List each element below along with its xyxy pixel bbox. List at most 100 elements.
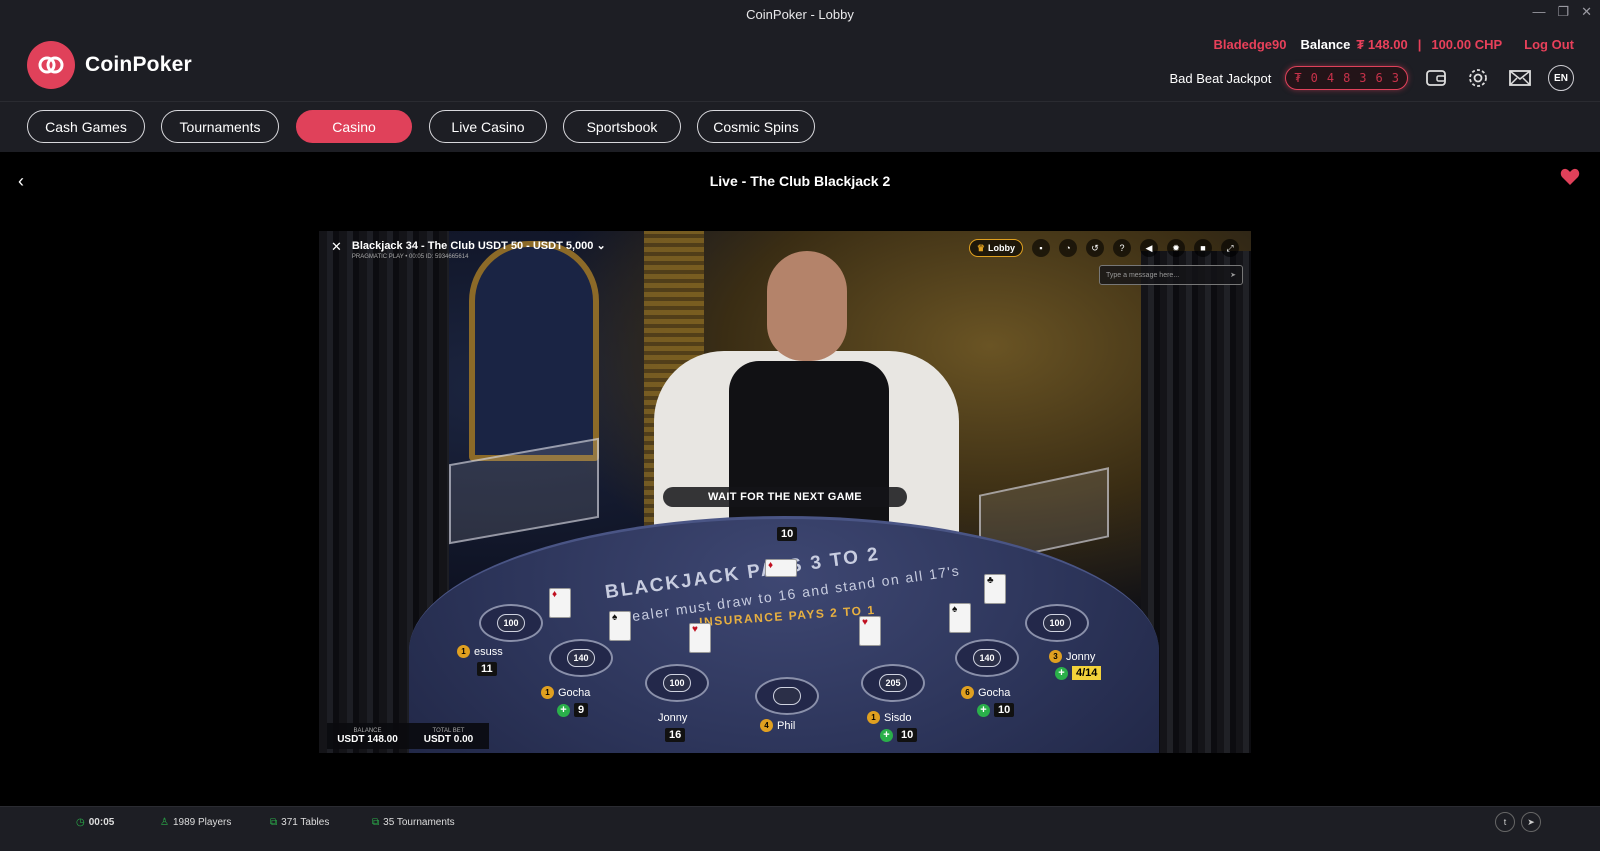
- heart-icon[interactable]: [1560, 168, 1580, 191]
- video-icon[interactable]: ■: [1194, 239, 1212, 257]
- playing-card: ♠: [609, 611, 631, 641]
- restore-icon[interactable]: ❐: [1557, 4, 1569, 20]
- chip-stack: [773, 687, 801, 705]
- jackpot-digit: ₮: [1294, 71, 1302, 85]
- minimize-icon[interactable]: —: [1532, 4, 1545, 20]
- playing-card: ♦: [549, 588, 571, 618]
- rank-badge: 6: [961, 686, 974, 699]
- mail-icon[interactable]: [1506, 64, 1534, 92]
- dealer-count: 10: [777, 527, 798, 541]
- fullscreen-icon[interactable]: ⤢: [1221, 239, 1239, 257]
- add-bet-icon[interactable]: +: [880, 728, 893, 742]
- volume-icon[interactable]: ◀: [1140, 239, 1158, 257]
- gear-icon[interactable]: [1464, 64, 1492, 92]
- stream-total-bet: TOTAL BET USDT 0.00: [408, 723, 489, 749]
- window-controls: — ❐ ✕: [1532, 4, 1592, 20]
- tab-tournaments[interactable]: Tournaments: [161, 110, 279, 143]
- status-bar: ◷ 00:05 ♙ 1989 Players ⧉ 371 Tables ⧉ 35…: [0, 806, 1600, 851]
- stream-balance: BALANCE USDT 148.00: [327, 723, 408, 749]
- add-bet-icon[interactable]: +: [557, 703, 570, 717]
- chip-stack: 100: [663, 674, 691, 692]
- window-title: CoinPoker - Lobby: [746, 6, 854, 22]
- chat-input[interactable]: Type a message here... ➤: [1099, 265, 1243, 285]
- player-score-row: + 9: [557, 703, 589, 717]
- chip-stack: 140: [973, 649, 1001, 667]
- rank-badge: 3: [1049, 650, 1062, 663]
- status-players: ♙ 1989 Players: [160, 817, 231, 828]
- betting-seat[interactable]: 140: [955, 639, 1019, 677]
- chip-stack: 100: [1043, 614, 1071, 632]
- help-icon[interactable]: ?: [1113, 239, 1131, 257]
- betting-seat[interactable]: 100: [1025, 604, 1089, 642]
- players-count: 1989 Players: [172, 817, 232, 828]
- jackpot-digit: 3: [1391, 71, 1399, 85]
- player-name: esuss: [474, 645, 503, 658]
- chat-placeholder: Type a message here...: [1106, 271, 1180, 279]
- app-header: CoinPoker Bladedge90 Balance ₮ 148.00 | …: [0, 28, 1600, 102]
- headset-icon[interactable]: ◔: [1059, 239, 1077, 257]
- player-score: 16: [665, 728, 686, 742]
- player-tag: 1 esuss: [457, 645, 503, 658]
- tab-live-casino[interactable]: Live Casino: [429, 110, 547, 143]
- tab-cash-games[interactable]: Cash Games: [27, 110, 145, 143]
- stream-table-name[interactable]: Blackjack 34 - The Club USDT 50 - USDT 5…: [352, 239, 606, 252]
- close-icon[interactable]: ✕: [1581, 4, 1592, 20]
- player-tag: 1 Gocha: [541, 686, 590, 699]
- betting-seat[interactable]: 140: [549, 639, 613, 677]
- wallet-icon[interactable]: [1422, 64, 1450, 92]
- coinpoker-logo[interactable]: CoinPoker: [27, 41, 192, 89]
- close-icon[interactable]: ✕: [331, 239, 342, 255]
- add-bet-icon[interactable]: +: [1055, 666, 1068, 680]
- chip-stack: 100: [497, 614, 525, 632]
- twitter-icon[interactable]: t: [1495, 812, 1515, 832]
- player-score: 10: [994, 703, 1015, 717]
- history-icon[interactable]: ↺: [1086, 239, 1104, 257]
- tournaments-count: 35 Tournaments: [383, 817, 455, 828]
- stream-subline: PRAGMATIC PLAY • 00:05 ID: 5934665614: [351, 254, 469, 260]
- player-tag: 3 Jonny: [1049, 650, 1095, 663]
- tables-icon: ⧉: [270, 817, 278, 828]
- lobby-button[interactable]: ♛ Lobby: [968, 239, 1023, 257]
- status-clock: ◷ 00:05: [76, 817, 114, 828]
- betting-seat[interactable]: 100: [645, 664, 709, 702]
- chp-balance: 100.00 CHP: [1431, 37, 1503, 52]
- tab-cosmic-spins[interactable]: Cosmic Spins: [697, 110, 815, 143]
- username[interactable]: Bladedge90: [1214, 37, 1287, 52]
- telegram-icon[interactable]: ➤: [1521, 812, 1541, 832]
- balance-label: Balance: [1300, 37, 1351, 52]
- jackpot-digit: 8: [1343, 71, 1351, 85]
- betting-seat[interactable]: 205: [861, 664, 925, 702]
- tab-casino[interactable]: Casino: [296, 110, 412, 143]
- jackpot-digit: 6: [1375, 71, 1383, 85]
- playing-card: ♠: [949, 603, 971, 633]
- player-name: Phil: [777, 719, 796, 732]
- rank-badge: 4: [760, 719, 773, 732]
- jackpot-counter[interactable]: ₮ 0 4 8 3 6 3: [1285, 66, 1408, 90]
- brand-name: CoinPoker: [85, 53, 192, 76]
- logout-link[interactable]: Log Out: [1524, 37, 1574, 52]
- live-stream-video[interactable]: WAIT FOR THE NEXT GAME 10 BLACKJACK PAYS…: [319, 231, 1251, 753]
- add-bet-icon[interactable]: +: [977, 703, 990, 717]
- chat-icon[interactable]: ▪: [1032, 239, 1050, 257]
- chevron-down-icon: ⌄: [596, 240, 606, 252]
- player-score: 9: [574, 703, 589, 717]
- tab-sportsbook[interactable]: Sportsbook: [563, 110, 681, 143]
- language-selector[interactable]: EN: [1548, 65, 1574, 91]
- playing-card: ♦: [765, 559, 797, 577]
- betting-seat[interactable]: 100: [479, 604, 543, 642]
- player-score: 11: [477, 662, 497, 676]
- gold-mirror: [469, 241, 599, 461]
- category-nav: Cash Games Tournaments Casino Live Casin…: [0, 102, 1600, 152]
- jackpot-row: Bad Beat Jackpot ₮ 0 4 8 3 6 3 EN: [1169, 64, 1574, 92]
- betting-seat[interactable]: [755, 677, 819, 715]
- stream-balance-value: USDT 148.00: [337, 733, 398, 745]
- player-tag: Jonny: [658, 712, 687, 724]
- wait-banner: WAIT FOR THE NEXT GAME: [663, 487, 907, 507]
- send-icon[interactable]: ➤: [1230, 271, 1236, 279]
- player-name: Gocha: [978, 686, 1011, 699]
- playing-card: ♥: [689, 623, 711, 653]
- status-tournaments: ⧉ 35 Tournaments: [372, 817, 455, 828]
- stream-header: ✕ Blackjack 34 - The Club USDT 50 - USDT…: [331, 239, 606, 260]
- coinpoker-logo-mark: [27, 41, 75, 89]
- settings-icon[interactable]: ✹: [1167, 239, 1185, 257]
